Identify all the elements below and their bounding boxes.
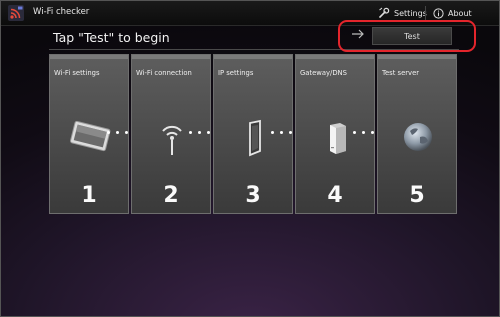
app-title: Wi-Fi checker [33, 7, 90, 17]
action-bar-divider [425, 6, 426, 20]
step-number: 5 [409, 183, 425, 208]
step-card-test-server[interactable]: Test server 5 [377, 54, 457, 214]
step-number: 2 [163, 183, 179, 208]
connector-dots [269, 131, 295, 137]
connector-dots [105, 131, 131, 137]
about-label: About [448, 8, 472, 18]
test-button[interactable]: Test [372, 27, 452, 45]
page-title: Tap "Test" to begin [53, 30, 170, 45]
step-label: IP settings [218, 69, 254, 77]
wifi-checker-app-icon [8, 5, 24, 21]
settings-button[interactable]: Settings [378, 5, 427, 21]
step-number: 1 [81, 183, 97, 208]
wrench-icon [379, 7, 390, 18]
arrow-right-icon [352, 29, 364, 39]
gateway-router-icon [330, 123, 346, 154]
connector-dots [351, 131, 377, 137]
ip-panel-icon [249, 119, 261, 157]
tablet-icon [70, 120, 111, 152]
connector-dots [187, 131, 213, 137]
step-number: 4 [327, 183, 343, 208]
info-icon [433, 7, 444, 19]
globe-icon [404, 123, 432, 151]
about-button[interactable]: About [433, 5, 472, 21]
app-window: Wi-Fi checker Settings About Tap "Test" … [0, 0, 500, 317]
step-label: Wi-Fi settings [54, 69, 100, 77]
step-label: Test server [382, 69, 420, 77]
step-number: 3 [245, 183, 261, 208]
wifi-antenna-icon [162, 125, 182, 155]
step-label: Wi-Fi connection [136, 69, 192, 77]
step-label: Gateway/DNS [300, 69, 347, 77]
settings-label: Settings [394, 8, 427, 18]
